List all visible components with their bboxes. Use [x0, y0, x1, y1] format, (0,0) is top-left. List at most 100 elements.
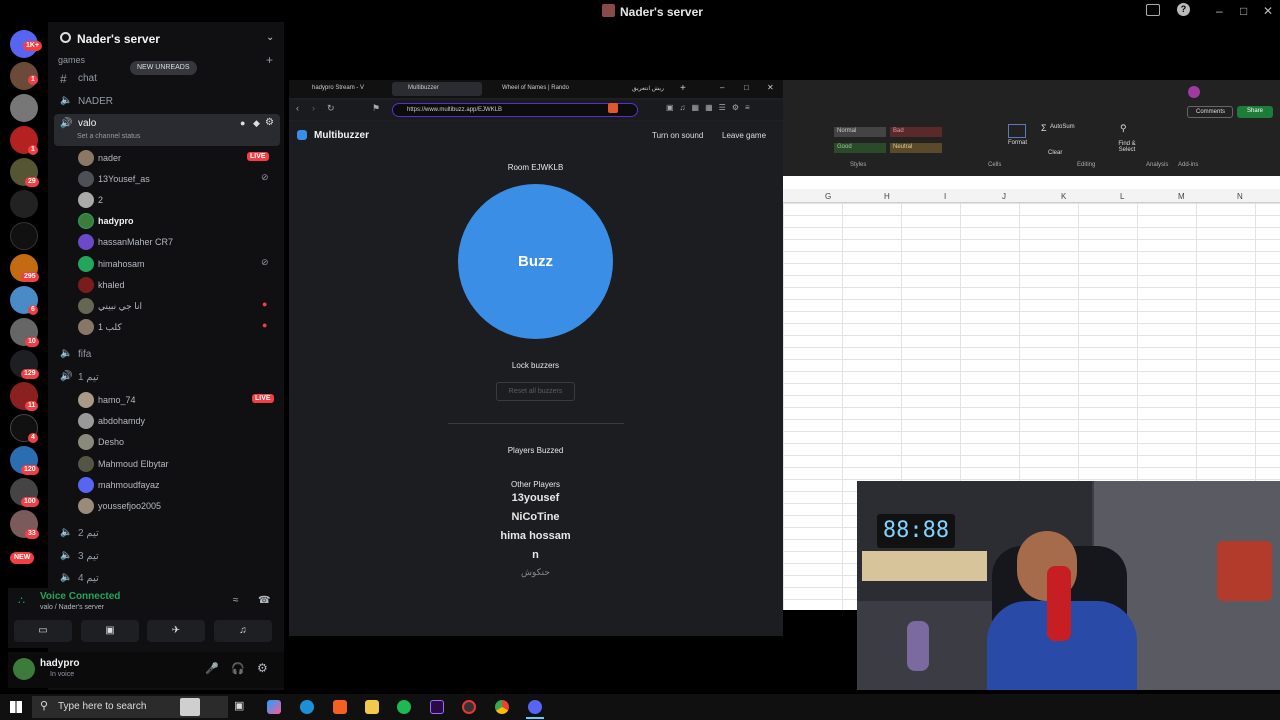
- maximize-icon[interactable]: □: [1240, 4, 1247, 18]
- brave-shield-icon[interactable]: [608, 103, 618, 113]
- multibuzzer-logo[interactable]: Multibuzzer: [314, 130, 369, 141]
- help-icon[interactable]: ?: [1177, 3, 1190, 16]
- autosum-button[interactable]: AutoSum: [1050, 124, 1075, 130]
- premiere-icon[interactable]: [430, 700, 444, 714]
- format-button[interactable]: Format: [1008, 140, 1027, 146]
- tab-arabic[interactable]: ريش انتعريق: [586, 82, 678, 96]
- voice-member[interactable]: youssefjoo2005: [98, 501, 161, 511]
- discord-icon[interactable]: [528, 700, 542, 714]
- server-icon[interactable]: [10, 190, 38, 218]
- column-header[interactable]: M: [1178, 192, 1185, 201]
- voice-member[interactable]: himahosam: [98, 259, 145, 269]
- channel-team-3[interactable]: 3 تيم: [78, 551, 99, 562]
- gear-icon[interactable]: ⚙: [265, 117, 274, 128]
- comments-button[interactable]: Comments: [1187, 106, 1233, 118]
- voice-member[interactable]: hassanMaher CR7: [98, 237, 173, 247]
- minimize-icon[interactable]: –: [1216, 4, 1223, 18]
- extensions-icon[interactable]: ▣♫▦▦☰⚙≡: [666, 103, 756, 112]
- server-icon[interactable]: [10, 222, 38, 250]
- settings-gear-icon[interactable]: ⚙: [257, 661, 268, 675]
- lock-buzzers-button[interactable]: Lock buzzers: [458, 361, 613, 370]
- brave-icon[interactable]: [333, 700, 347, 714]
- voice-member[interactable]: Mahmoud Elbytar: [98, 459, 169, 469]
- tab-twitch[interactable]: hadypro Stream - V: [296, 82, 388, 96]
- microphone-icon[interactable]: 🎤: [205, 662, 219, 675]
- reload-icon[interactable]: ↻: [327, 103, 335, 114]
- channel-chat[interactable]: chat: [78, 73, 97, 84]
- avatar[interactable]: [1188, 86, 1200, 98]
- find-select-button[interactable]: Find & Select: [1112, 141, 1142, 153]
- file-explorer-icon[interactable]: [365, 700, 379, 714]
- new-tab-icon[interactable]: +: [680, 83, 686, 94]
- noise-suppression-icon[interactable]: ≈: [233, 595, 239, 606]
- add-channel-icon[interactable]: +: [266, 53, 273, 67]
- new-unreads-pill[interactable]: NEW UNREADS: [130, 61, 197, 75]
- column-header[interactable]: N: [1237, 192, 1243, 201]
- column-header[interactable]: J: [1002, 192, 1006, 201]
- voice-member[interactable]: hamo_74: [98, 395, 136, 405]
- copilot-icon[interactable]: [267, 700, 281, 714]
- style-neutral[interactable]: Neutral: [890, 143, 942, 153]
- voice-member[interactable]: انا جي نبيني: [98, 301, 142, 312]
- voice-member[interactable]: abdohamdy: [98, 416, 145, 426]
- voice-member[interactable]: hadypro: [98, 216, 134, 226]
- channel-fifa[interactable]: fifa: [78, 349, 91, 360]
- minimize-icon[interactable]: –: [720, 83, 724, 92]
- add-member-icon[interactable]: ◆: [253, 118, 260, 129]
- disconnect-icon[interactable]: ☎: [258, 595, 270, 606]
- style-normal[interactable]: Normal: [834, 127, 886, 137]
- windows-start-icon[interactable]: [10, 701, 22, 713]
- voice-member[interactable]: Desho: [98, 437, 124, 447]
- soundboard-icon[interactable]: ♫: [214, 620, 272, 642]
- voice-location[interactable]: valo / Nader's server: [40, 604, 104, 611]
- url-bar[interactable]: https://www.multibuzz.app/EJWKLB: [392, 103, 638, 117]
- reset-buzzers-button[interactable]: Reset all buzzers: [496, 382, 575, 401]
- column-header[interactable]: L: [1120, 192, 1124, 201]
- tab-wheel-of-names[interactable]: Wheel of Names | Rando: [486, 82, 582, 96]
- style-bad[interactable]: Bad: [890, 127, 942, 137]
- bookmark-icon[interactable]: ⚑: [372, 103, 380, 114]
- channel-team-2[interactable]: 2 تيم: [78, 528, 99, 539]
- style-good[interactable]: Good: [834, 143, 886, 153]
- channel-nader[interactable]: NADER: [78, 96, 113, 107]
- server-name[interactable]: Nader's server: [77, 32, 160, 46]
- headphones-icon[interactable]: 🎧: [231, 662, 245, 675]
- voice-member[interactable]: mahmoudfayaz: [98, 480, 160, 490]
- chrome-icon[interactable]: [495, 700, 509, 714]
- voice-member[interactable]: nader: [98, 153, 121, 163]
- format-cells-icon[interactable]: [1008, 124, 1026, 138]
- leave-game-link[interactable]: Leave game: [722, 131, 766, 140]
- voice-member[interactable]: khaled: [98, 280, 125, 290]
- maximize-icon[interactable]: □: [744, 83, 749, 92]
- column-header[interactable]: H: [884, 192, 890, 201]
- edge-icon[interactable]: [300, 700, 314, 714]
- activities-icon[interactable]: ✈: [147, 620, 205, 642]
- channel-status[interactable]: Set a channel status: [77, 133, 140, 140]
- spotify-icon[interactable]: [397, 700, 411, 714]
- back-icon[interactable]: ‹: [296, 103, 299, 113]
- close-icon[interactable]: ✕: [767, 83, 774, 92]
- category-games[interactable]: games: [58, 55, 85, 65]
- server-icon[interactable]: [10, 94, 38, 122]
- channel-team-1[interactable]: 1 تيم: [78, 372, 99, 383]
- column-header[interactable]: K: [1061, 192, 1066, 201]
- forward-icon[interactable]: ›: [312, 103, 315, 113]
- chevron-down-icon[interactable]: ⌄: [266, 32, 274, 43]
- buzz-button[interactable]: Buzz: [458, 184, 613, 339]
- channel-valo[interactable]: valo: [78, 118, 96, 129]
- camera-off-icon[interactable]: ▭: [14, 620, 72, 642]
- obs-icon[interactable]: [462, 700, 476, 714]
- screen-share-icon[interactable]: ▣: [81, 620, 139, 642]
- close-icon[interactable]: ✕: [1263, 4, 1273, 18]
- turn-on-sound-link[interactable]: Turn on sound: [652, 131, 703, 140]
- voice-member[interactable]: 13Yousef_as: [98, 174, 150, 184]
- search-highlight-icon[interactable]: [180, 698, 200, 716]
- clear-button[interactable]: Clear: [1048, 150, 1062, 156]
- task-view-icon[interactable]: ▣: [234, 699, 244, 712]
- column-header[interactable]: G: [825, 192, 831, 201]
- chat-bubble-icon[interactable]: ●: [240, 118, 245, 128]
- avatar[interactable]: [13, 658, 35, 680]
- voice-member[interactable]: كلب 1: [98, 322, 122, 333]
- voice-member[interactable]: 2: [98, 195, 103, 205]
- column-header[interactable]: I: [944, 192, 946, 201]
